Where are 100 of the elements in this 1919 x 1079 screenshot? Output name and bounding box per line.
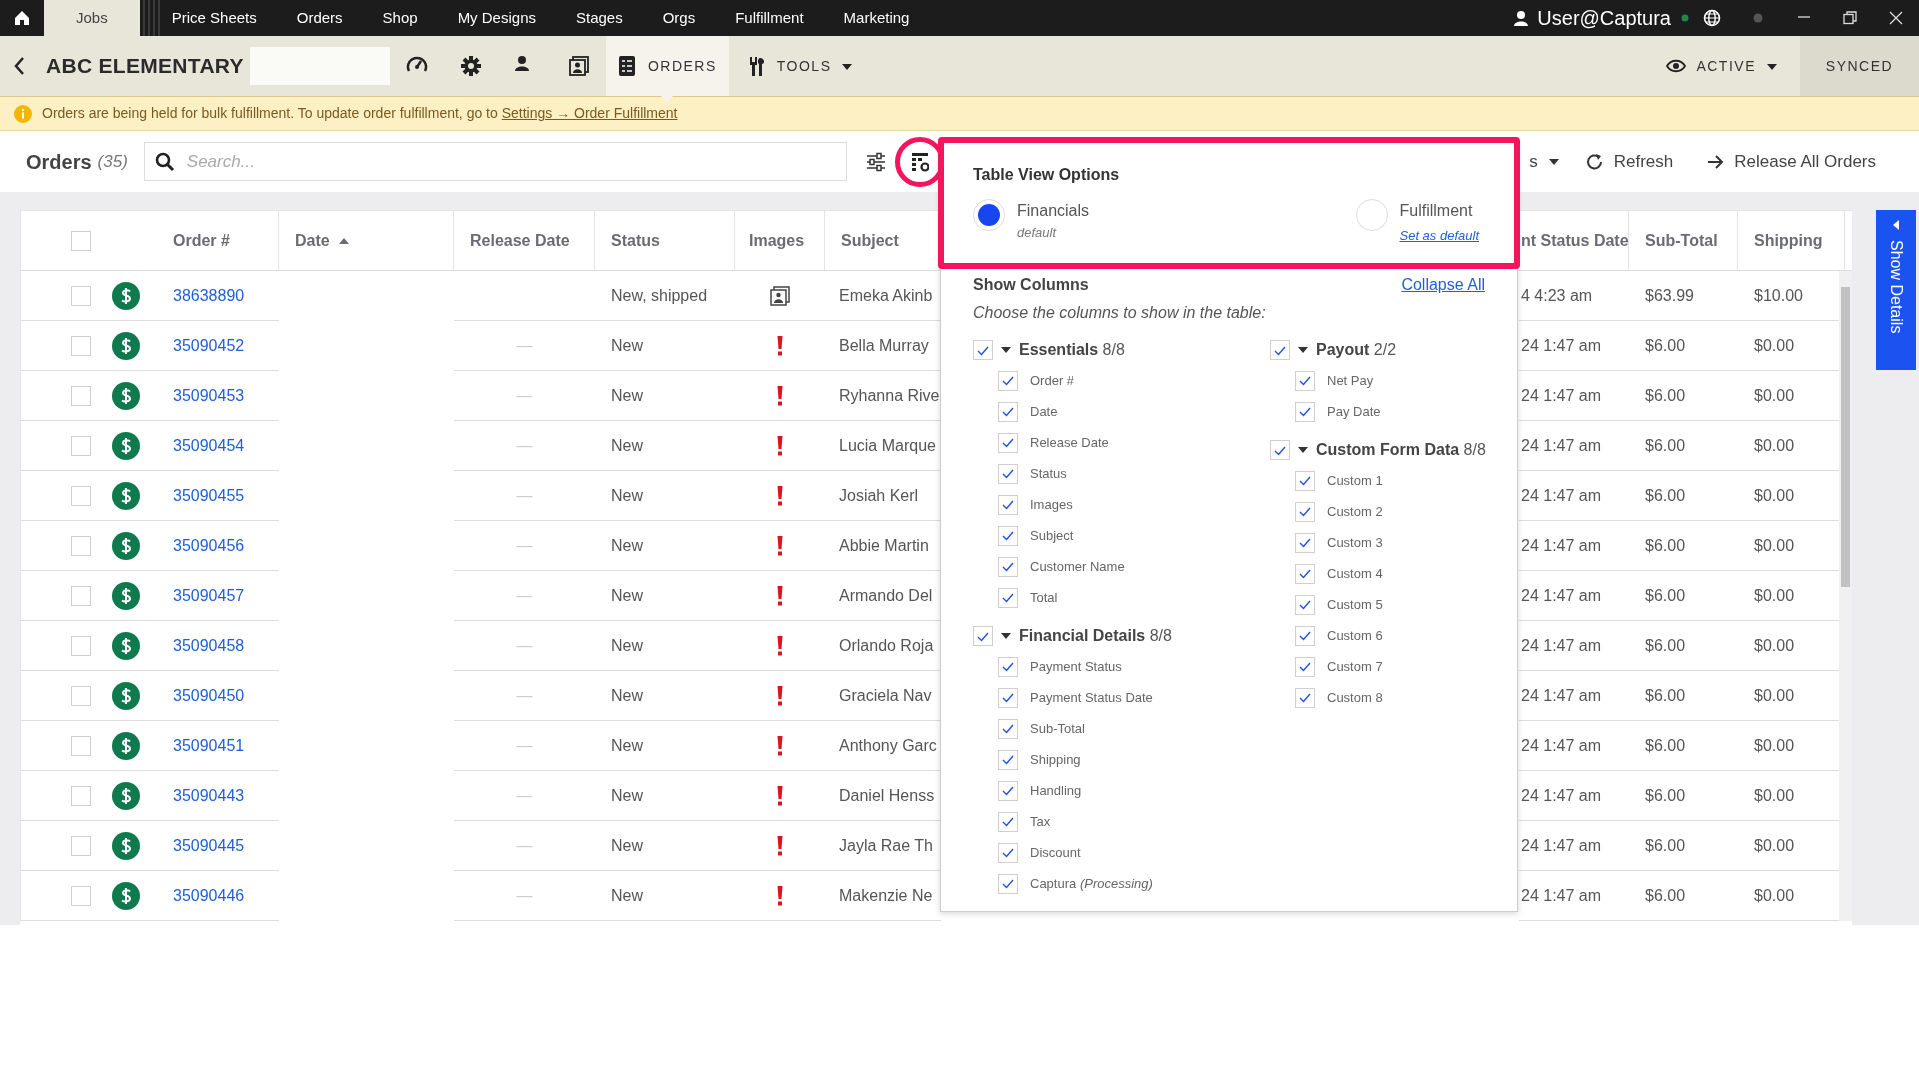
checkbox[interactable]: [71, 585, 91, 606]
checkbox[interactable]: [71, 335, 91, 356]
order-link[interactable]: 38638890: [173, 283, 245, 308]
nav-tab[interactable]: Orgs: [642, 0, 716, 36]
release-button[interactable]: Release All Orders: [1707, 148, 1876, 175]
nav-tab[interactable]: Shop: [362, 0, 438, 36]
nav-tab[interactable]: My Designs: [437, 0, 556, 36]
checkbox[interactable]: [71, 635, 91, 656]
scrollbar[interactable]: [1839, 271, 1852, 921]
column-header[interactable]: Shipping: [1738, 211, 1845, 270]
settings-link[interactable]: Settings → Order Fulfillment: [501, 105, 678, 121]
status-dropdown[interactable]: ACTIVE: [1660, 36, 1800, 96]
checkbox[interactable]: [71, 285, 91, 306]
refresh-button[interactable]: Refresh: [1585, 148, 1674, 175]
order-link[interactable]: 35090458: [173, 633, 245, 658]
column-header[interactable]: Sub-Total: [1629, 211, 1738, 270]
nav-tab[interactable]: Marketing: [823, 0, 930, 36]
collapse-icon[interactable]: [1001, 346, 1011, 354]
order-link[interactable]: 35090452: [173, 333, 245, 358]
checkbox[interactable]: [71, 485, 91, 506]
checkbox[interactable]: [998, 401, 1018, 422]
settings-icon[interactable]: [459, 55, 482, 77]
checkbox[interactable]: [998, 525, 1018, 546]
checkbox[interactable]: [71, 685, 91, 706]
show-details-tab[interactable]: Show Details: [1876, 210, 1916, 370]
order-link[interactable]: 35090456: [173, 533, 245, 558]
text-field[interactable]: [249, 47, 390, 85]
checkbox[interactable]: [71, 885, 91, 906]
order-link[interactable]: 35090446: [173, 883, 245, 908]
column-header[interactable]: Status: [595, 211, 735, 270]
checkbox[interactable]: [71, 835, 91, 856]
nav-tab[interactable]: Jobs: [44, 0, 140, 36]
checkbox[interactable]: [998, 842, 1018, 863]
checkbox[interactable]: [998, 494, 1018, 515]
checkbox[interactable]: [998, 811, 1018, 832]
collapse-icon[interactable]: [1298, 346, 1308, 354]
order-link[interactable]: 35090455: [173, 483, 245, 508]
search-bar[interactable]: Search...: [143, 142, 847, 181]
order-link[interactable]: 35090454: [173, 433, 245, 458]
checkbox[interactable]: [973, 340, 993, 360]
checkbox[interactable]: [1295, 370, 1315, 391]
order-link[interactable]: 35090450: [173, 683, 245, 708]
checkbox[interactable]: [998, 556, 1018, 577]
nav-tab[interactable]: Orders: [276, 0, 363, 36]
column-header[interactable]: Images: [735, 211, 825, 270]
checkbox[interactable]: [998, 463, 1018, 484]
checkbox[interactable]: [71, 385, 91, 406]
checkbox[interactable]: [1270, 340, 1290, 360]
close-icon[interactable]: [1889, 11, 1903, 25]
globe-icon[interactable]: [1703, 9, 1721, 27]
nav-tab[interactable]: Fulfillment: [715, 0, 824, 36]
user-name[interactable]: User@Captura: [1529, 3, 1681, 33]
filter-button[interactable]: [864, 151, 887, 172]
order-link[interactable]: 35090453: [173, 383, 245, 408]
checkbox[interactable]: [71, 735, 91, 756]
order-link[interactable]: 35090457: [173, 583, 245, 608]
header-tab[interactable]: TOOLS: [728, 36, 872, 96]
restore-icon[interactable]: [1843, 11, 1857, 25]
column-header[interactable]: Release Date: [454, 211, 595, 270]
checkbox[interactable]: [1295, 401, 1315, 422]
nav-tab[interactable]: Stages: [556, 0, 643, 36]
checkbox[interactable]: [71, 785, 91, 806]
checkbox[interactable]: [998, 687, 1018, 708]
checkbox[interactable]: [1295, 532, 1315, 553]
header-tab[interactable]: ORDERS: [605, 36, 729, 96]
checkbox[interactable]: [1270, 440, 1290, 460]
checkbox[interactable]: [1295, 470, 1315, 491]
checkbox[interactable]: [998, 749, 1018, 770]
order-link[interactable]: 35090443: [173, 783, 245, 808]
checkbox[interactable]: [71, 230, 91, 251]
column-header[interactable]: Subject: [825, 211, 941, 270]
column-header[interactable]: nt Status Date: [1519, 211, 1629, 270]
checkbox[interactable]: [998, 656, 1018, 677]
order-link[interactable]: 35090445: [173, 833, 245, 858]
checkbox[interactable]: [71, 435, 91, 456]
back-icon[interactable]: [13, 56, 25, 76]
photo-icon[interactable]: [567, 55, 590, 77]
checkbox[interactable]: [998, 432, 1018, 453]
column-header[interactable]: Order #: [151, 211, 279, 270]
order-link[interactable]: 35090451: [173, 733, 245, 758]
checkbox[interactable]: [998, 370, 1018, 391]
checkbox[interactable]: [973, 626, 993, 646]
dropdown-button[interactable]: s: [1529, 148, 1560, 175]
checkbox[interactable]: [998, 718, 1018, 739]
checkbox[interactable]: [998, 780, 1018, 801]
checkbox[interactable]: [1295, 656, 1315, 677]
collapse-icon[interactable]: [1298, 446, 1308, 454]
checkbox[interactable]: [998, 587, 1018, 608]
set-default-link[interactable]: Set as default: [1399, 228, 1479, 243]
checkbox[interactable]: [998, 873, 1018, 894]
checkbox[interactable]: [1295, 625, 1315, 646]
checkbox[interactable]: [1295, 594, 1315, 615]
checkbox[interactable]: [1295, 563, 1315, 584]
collapse-link[interactable]: Collapse All: [1401, 273, 1485, 297]
checkbox[interactable]: [1295, 687, 1315, 708]
collapse-icon[interactable]: [1001, 632, 1011, 640]
nav-tab[interactable]: Price Sheets: [159, 0, 277, 36]
column-header[interactable]: Date: [279, 211, 454, 270]
checkbox[interactable]: [1295, 501, 1315, 522]
checkbox[interactable]: [71, 535, 91, 556]
